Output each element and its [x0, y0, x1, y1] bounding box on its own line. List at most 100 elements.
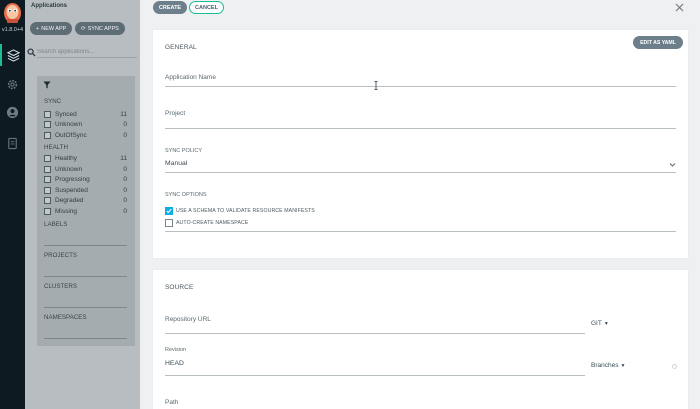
- checkbox[interactable]: [44, 197, 51, 204]
- general-title: GENERAL: [165, 44, 197, 51]
- auto-create-namespace-label: AUTO-CREATE NAMESPACE: [176, 220, 249, 226]
- filter-count: 0: [123, 176, 127, 183]
- sync-apps-button[interactable]: ⟳ SYNC APPS: [75, 22, 125, 35]
- path-label: Path: [165, 399, 179, 406]
- sync-options-label: SYNC OPTIONS: [165, 192, 207, 198]
- sync-apps-label: SYNC APPS: [87, 25, 119, 32]
- filter-suspended[interactable]: Suspended 0: [44, 185, 127, 195]
- filter-label: Suspended: [55, 186, 88, 194]
- schema-validate-label: USE A SCHEMA TO VALIDATE RESOURCE MANIFE…: [176, 208, 315, 214]
- nav-settings[interactable]: [0, 73, 25, 95]
- docs-icon: [8, 137, 17, 149]
- labels-filter-input[interactable]: [44, 245, 127, 246]
- search-icon: [27, 48, 36, 57]
- repo-url-label: Repository URL: [165, 316, 211, 323]
- checkbox[interactable]: [44, 207, 51, 215]
- nav-applications[interactable]: [0, 44, 25, 66]
- sync-policy-value[interactable]: Manual: [165, 160, 187, 167]
- page-title: Applications: [31, 3, 68, 9]
- filter-label: Unknown: [55, 121, 83, 128]
- filter-progressing[interactable]: Progressing 0: [44, 175, 127, 185]
- settings-icon: [7, 79, 18, 89]
- applications-panel: Applications + NEW APP ⟳ SYNC APPS SYNC …: [25, 0, 140, 409]
- project-input[interactable]: [165, 128, 676, 129]
- argo-logo[interactable]: [3, 2, 22, 24]
- sync-icon: ⟳: [81, 25, 86, 32]
- revision-value[interactable]: HEAD: [165, 360, 184, 367]
- filter-missing[interactable]: Missing 0: [44, 206, 127, 216]
- filter-sync-unknown[interactable]: Unknown 0: [44, 120, 127, 130]
- filter-count: 0: [123, 165, 127, 173]
- sync-filter-title: SYNC: [44, 98, 62, 105]
- filter-outofsync[interactable]: OutOfSync 0: [44, 130, 127, 140]
- revision-input[interactable]: [165, 375, 585, 376]
- new-app-button[interactable]: + NEW APP: [30, 22, 73, 35]
- nav-docs[interactable]: [0, 132, 25, 154]
- form-toolbar: CREATE CANCEL: [140, 0, 700, 16]
- version-label: v1.8.0+4: [1, 27, 24, 33]
- health-filter-title: HEALTH: [44, 144, 68, 151]
- labels-filter-title: LABELS: [44, 221, 68, 228]
- checkbox[interactable]: [44, 186, 51, 194]
- new-app-label: NEW APP: [41, 25, 67, 32]
- clusters-filter-title: CLUSTERS: [44, 283, 78, 290]
- plus-icon: +: [36, 25, 40, 32]
- filter-label: OutOfSync: [55, 131, 87, 139]
- app-name-label: Application Name: [165, 74, 216, 81]
- revision-type-dropdown[interactable]: Branches ▼: [591, 362, 625, 369]
- checkbox[interactable]: [44, 155, 51, 162]
- create-app-panel: CREATE CANCEL GENERAL EDIT AS YAML Appli…: [140, 0, 700, 409]
- auto-create-namespace-checkbox[interactable]: [165, 219, 173, 227]
- revision-type-value: Branches: [591, 362, 619, 369]
- chevron-down-icon[interactable]: [669, 161, 676, 168]
- filter-count: 0: [123, 121, 127, 128]
- filter-label: Progressing: [55, 176, 90, 183]
- sync-policy-label: SYNC POLICY: [165, 148, 202, 154]
- checkbox[interactable]: [44, 176, 51, 183]
- filter-label: Missing: [55, 207, 78, 215]
- repo-url-input[interactable]: [165, 333, 585, 334]
- caret-down-icon: ▼: [620, 362, 626, 369]
- nav-user[interactable]: [0, 101, 25, 123]
- checkbox[interactable]: [44, 131, 51, 139]
- filter-health-unknown[interactable]: Unknown 0: [44, 164, 127, 174]
- filter-label: Healthy: [55, 155, 78, 162]
- namespaces-filter-title: NAMESPACES: [44, 314, 87, 321]
- create-button[interactable]: CREATE: [153, 1, 187, 14]
- close-icon[interactable]: [674, 2, 685, 13]
- schema-validate-checkbox[interactable]: [165, 207, 173, 215]
- filter-count: 0: [123, 197, 127, 204]
- clusters-filter-input[interactable]: [44, 307, 127, 308]
- general-card: GENERAL EDIT AS YAML Application Name Pr…: [153, 30, 688, 258]
- projects-filter-input[interactable]: [44, 276, 127, 277]
- filter-synced[interactable]: Synced 11: [44, 109, 127, 119]
- divider: [165, 231, 676, 232]
- check-icon: [166, 208, 172, 214]
- user-icon: [6, 106, 19, 118]
- applications-icon: [7, 48, 20, 62]
- source-title: SOURCE: [165, 284, 194, 291]
- text-cursor-icon: [374, 81, 378, 90]
- repo-type-dropdown[interactable]: GIT ▼: [591, 320, 609, 327]
- projects-filter-title: PROJECTS: [44, 252, 78, 259]
- filter-icon: [43, 81, 51, 89]
- filter-degraded[interactable]: Degraded 0: [44, 196, 127, 206]
- repo-type-value: GIT: [591, 320, 602, 327]
- filter-count: 0: [123, 207, 127, 215]
- project-label: Project: [165, 110, 186, 117]
- edit-as-yaml-button[interactable]: EDIT AS YAML: [633, 36, 683, 49]
- filter-healthy[interactable]: Healthy 11: [44, 154, 127, 164]
- namespaces-filter-input[interactable]: [44, 338, 127, 339]
- filter-count: 11: [120, 155, 127, 162]
- search-input[interactable]: [37, 47, 137, 58]
- filter-count: 11: [120, 110, 127, 118]
- filter-label: Synced: [55, 110, 77, 118]
- checkbox[interactable]: [44, 165, 51, 173]
- checkbox[interactable]: [44, 110, 51, 118]
- cancel-button[interactable]: CANCEL: [189, 1, 224, 14]
- app-name-input[interactable]: [165, 86, 676, 87]
- main-nav: v1.8.0+4: [0, 0, 25, 409]
- checkbox[interactable]: [44, 121, 51, 128]
- sync-policy-select[interactable]: [165, 172, 676, 173]
- revision-status-dot: [672, 364, 677, 369]
